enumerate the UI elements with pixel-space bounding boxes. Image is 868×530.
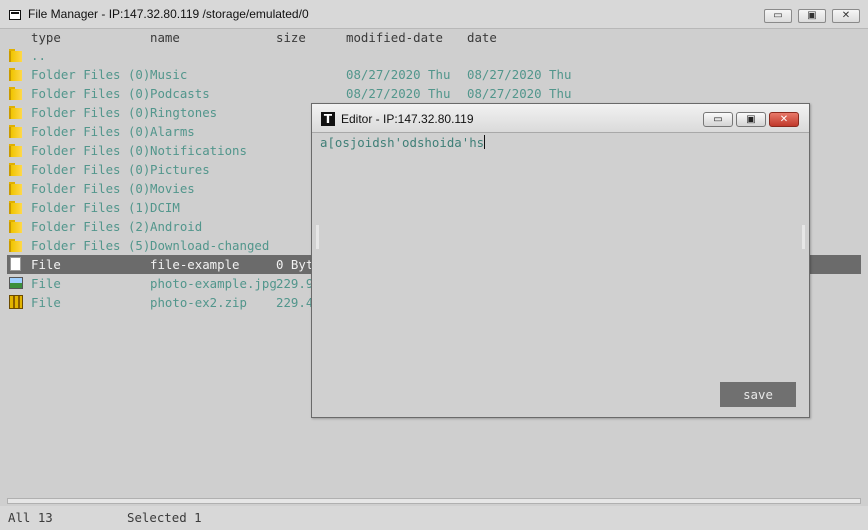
cell-name: Alarms	[150, 124, 195, 139]
cell-type: Folder Files (0)	[31, 143, 151, 158]
cell-name: Movies	[150, 181, 195, 196]
editor-text: a[osjoidsh'odshoida'hs	[320, 135, 485, 150]
folder-icon	[9, 163, 22, 176]
folder-icon	[9, 201, 22, 214]
editor-title: Editor - IP:147.32.80.119	[341, 112, 474, 126]
folder-icon	[9, 87, 22, 100]
cell-name: Android	[150, 219, 203, 234]
folder-icon	[9, 144, 22, 157]
zip-file-icon	[9, 295, 23, 309]
cell-type: Folder Files (0)	[31, 124, 151, 139]
cell-type: File	[31, 276, 61, 291]
cell-type: Folder Files (0)	[31, 86, 151, 101]
cell-modified: 08/27/2020 Thu	[346, 67, 451, 82]
maximize-button[interactable]: ▣	[798, 9, 826, 23]
folder-icon	[9, 68, 22, 81]
column-header-modified-date[interactable]: modified-date	[346, 30, 443, 45]
status-selected-count: Selected 1	[127, 510, 202, 525]
cell-type: Folder Files (0)	[31, 105, 151, 120]
cell-type: Folder Files (2)	[31, 219, 151, 234]
editor-maximize-button[interactable]: ▣	[736, 112, 766, 127]
horizontal-scrollbar[interactable]	[7, 498, 861, 504]
editor-window: T Editor - IP:147.32.80.119 ▭ ▣ ✕ a[osjo…	[311, 103, 810, 418]
cell-name: photo-example.jpg	[150, 276, 277, 291]
editor-resize-handle-left[interactable]	[316, 225, 319, 249]
cell-name: photo-ex2.zip	[150, 295, 247, 310]
cell-date: 08/27/2020 Thu	[467, 67, 572, 82]
text-caret	[484, 135, 486, 149]
cell-name: Pictures	[150, 162, 210, 177]
file-icon	[10, 257, 21, 271]
folder-icon	[9, 182, 22, 195]
folder-icon	[9, 125, 22, 138]
cell-name: Download-changed	[150, 238, 270, 253]
folder-icon	[9, 220, 22, 233]
cell-type: Folder Files (1)	[31, 200, 151, 215]
cell-type: Folder Files (5)	[31, 238, 151, 253]
cell-name: file-example	[150, 257, 240, 272]
editor-text-area[interactable]: a[osjoidsh'odshoida'hs save	[315, 133, 806, 415]
column-header-date[interactable]: date	[467, 30, 497, 45]
editor-close-button[interactable]: ✕	[769, 112, 799, 127]
save-button[interactable]: save	[720, 382, 796, 407]
folder-icon	[9, 106, 22, 119]
editor-app-icon: T	[321, 112, 335, 126]
close-button[interactable]: ✕	[832, 9, 860, 23]
editor-resize-handle-right[interactable]	[802, 225, 805, 249]
column-header-type[interactable]: type	[31, 30, 61, 45]
window-title: File Manager - IP:147.32.80.119 /storage…	[28, 7, 309, 21]
cell-modified: 08/27/2020 Thu	[346, 86, 451, 101]
image-file-icon	[9, 277, 23, 289]
cell-name: Notifications	[150, 143, 247, 158]
folder-icon	[9, 49, 22, 62]
cell-type: ..	[31, 48, 46, 63]
column-header-size[interactable]: size	[276, 30, 306, 45]
title-bar[interactable]: File Manager - IP:147.32.80.119 /storage…	[0, 0, 868, 29]
minimize-button[interactable]: ▭	[764, 9, 792, 23]
cell-name: Ringtones	[150, 105, 218, 120]
cell-size: 229.4	[276, 295, 314, 310]
status-bar: All 13 Selected 1	[0, 506, 868, 530]
cell-type: Folder Files (0)	[31, 181, 151, 196]
status-all-count: All 13	[8, 510, 53, 525]
cell-type: File	[31, 295, 61, 310]
cell-size: 229.9	[276, 276, 314, 291]
editor-text-content[interactable]: a[osjoidsh'odshoida'hs	[320, 135, 486, 150]
cell-name: Music	[150, 67, 188, 82]
editor-title-bar[interactable]: T Editor - IP:147.32.80.119 ▭ ▣ ✕	[312, 104, 809, 133]
cell-type: Folder Files (0)	[31, 162, 151, 177]
file-row[interactable]: Folder Files (0) Music 08/27/2020 Thu 08/27…	[7, 65, 861, 84]
cell-name: DCIM	[150, 200, 180, 215]
column-header-name[interactable]: name	[150, 30, 180, 45]
cell-name: Podcasts	[150, 86, 210, 101]
folder-icon	[9, 239, 22, 252]
app-window-icon	[9, 10, 21, 20]
editor-minimize-button[interactable]: ▭	[703, 112, 733, 127]
cell-type: File	[31, 257, 61, 272]
file-row[interactable]: Folder Files (0) Podcasts 08/27/2020 Thu 08…	[7, 84, 861, 103]
cell-type: Folder Files (0)	[31, 67, 151, 82]
file-row[interactable]: ..	[7, 46, 861, 65]
cell-date: 08/27/2020 Thu	[467, 86, 572, 101]
